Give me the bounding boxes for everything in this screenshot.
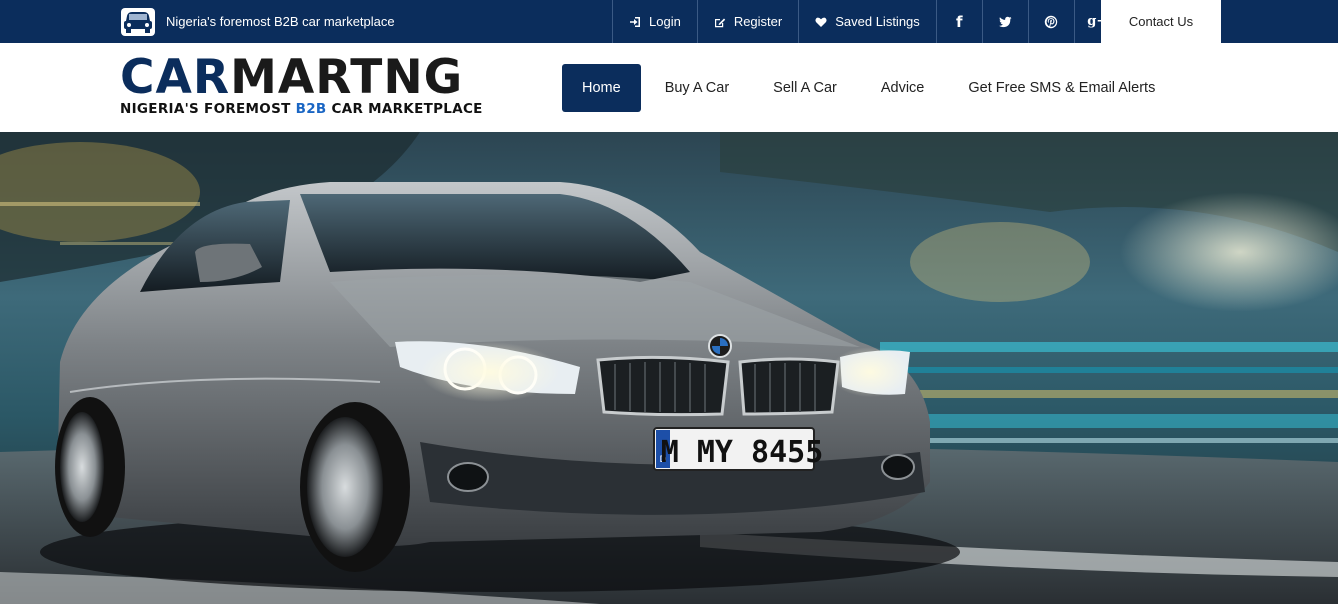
login-label: Login <box>649 14 681 29</box>
facebook-link[interactable]: f <box>935 0 982 43</box>
license-plate: D M MY 8455 <box>653 427 824 471</box>
site-logo[interactable]: CARMARTNG NIGERIA'S FOREMOST B2B CAR MAR… <box>120 53 483 118</box>
top-bar: Nigeria's foremost B2B car marketplace L… <box>0 0 1338 43</box>
car-icon <box>121 7 155 36</box>
login-link[interactable]: Login <box>612 0 697 43</box>
logo-sub-start: NIGERIA'S FOREMOST <box>120 101 296 117</box>
contact-us-label: Contact Us <box>1128 14 1194 29</box>
twitter-icon <box>999 16 1012 27</box>
nav-buy-a-car[interactable]: Buy A Car <box>643 64 751 112</box>
nav-home[interactable]: Home <box>562 64 641 112</box>
logo-sub-b2b: B2B <box>295 101 327 117</box>
register-link[interactable]: Register <box>696 0 798 43</box>
register-label: Register <box>733 14 783 29</box>
hero-car-image: D M MY 8455 <box>0 132 1338 604</box>
logo-part-car: CAR <box>120 50 231 105</box>
login-icon <box>630 16 640 27</box>
logo-sub-end: CAR MARKETPLACE <box>326 101 483 117</box>
logo-wordmark: CARMARTNG <box>120 53 483 103</box>
saved-listings-link[interactable]: Saved Listings <box>798 0 936 43</box>
tagline-text: Nigeria's foremost B2B car marketplace <box>166 14 395 29</box>
register-icon <box>714 18 726 27</box>
twitter-link[interactable] <box>981 0 1028 43</box>
logo-subtitle: NIGERIA'S FOREMOST B2B CAR MARKETPLACE <box>120 101 483 117</box>
nav-advice[interactable]: Advice <box>859 64 947 112</box>
nav-alerts[interactable]: Get Free SMS & Email Alerts <box>946 64 1177 112</box>
heart-icon <box>815 17 827 27</box>
pinterest-link[interactable] <box>1027 0 1074 43</box>
top-links: Login Register Saved Listings f g+ <box>612 0 1120 43</box>
pinterest-icon <box>1045 15 1058 28</box>
saved-listings-label: Saved Listings <box>835 14 920 29</box>
facebook-icon: f <box>956 12 963 31</box>
nav-sell-a-car[interactable]: Sell A Car <box>751 64 859 112</box>
contact-us-button[interactable]: Contact Us <box>1101 0 1221 43</box>
plate-number: M MY 8455 <box>661 435 824 470</box>
site-header: CARMARTNG NIGERIA'S FOREMOST B2B CAR MAR… <box>0 43 1338 132</box>
main-nav: Home Buy A Car Sell A Car Advice Get Fre… <box>562 64 1177 112</box>
hero-banner: D M MY 8455 <box>0 132 1338 604</box>
logo-part-martng: MARTNG <box>230 50 464 105</box>
tagline: Nigeria's foremost B2B car marketplace <box>120 0 395 43</box>
